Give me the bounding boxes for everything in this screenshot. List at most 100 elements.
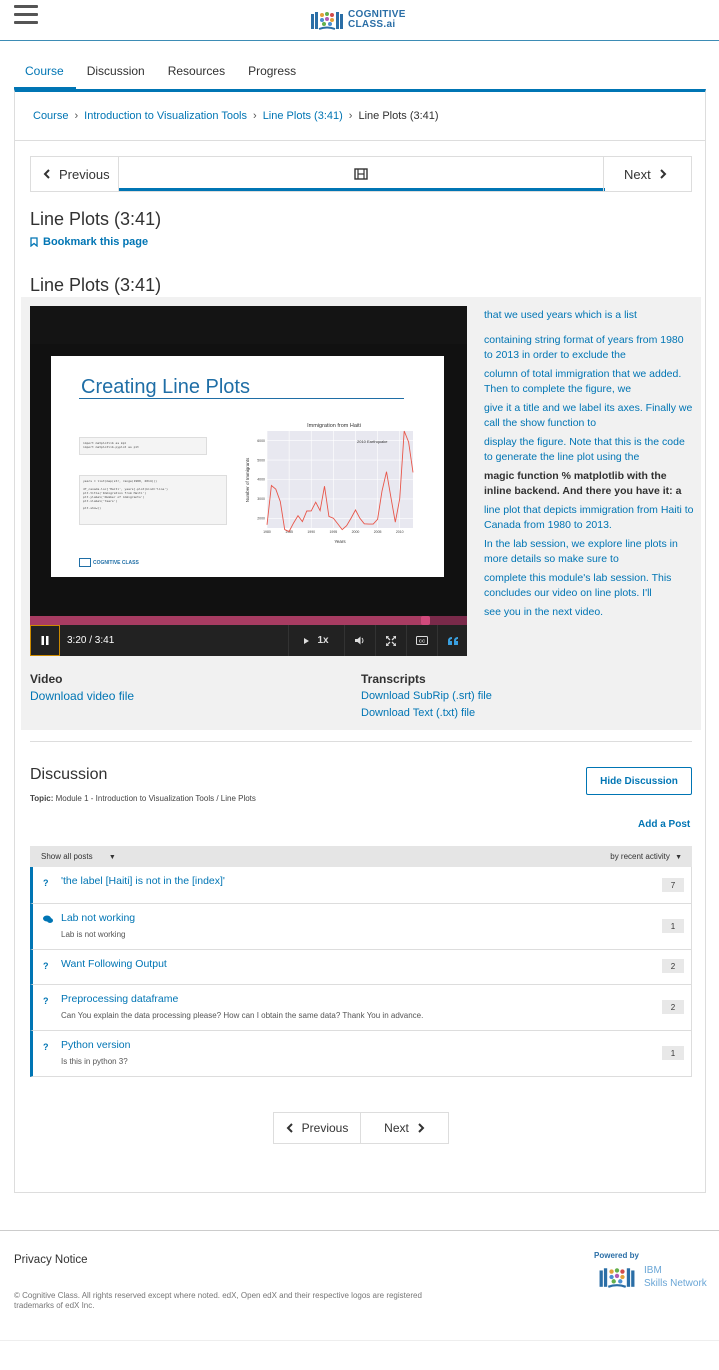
transcript-line[interactable]: column of total immigration that we adde… (484, 367, 694, 397)
post-preview: Can You explain the data processing plea… (61, 1011, 424, 1020)
transcript-toggle-button[interactable] (437, 625, 467, 656)
transcript-line[interactable]: complete this module's lab session. This… (484, 571, 694, 601)
slide-logo: COGNITIVE CLASS (79, 558, 139, 567)
transcript-line[interactable]: see you in the next video. (484, 605, 694, 620)
transcript-line[interactable]: line plot that depicts immigration from … (484, 503, 694, 533)
bookmark-label: Bookmark this page (43, 236, 149, 248)
chart-x-tick-label: 2010 (396, 530, 404, 534)
video-screen[interactable]: Creating Line Plots import matplotlib as… (30, 306, 467, 616)
question-icon: ? (43, 961, 49, 971)
post-title[interactable]: Lab not working (61, 912, 135, 924)
bottom-sequence-nav: Previous Next (273, 1112, 449, 1144)
tab-discussion[interactable]: Discussion (76, 56, 157, 90)
slide-title: Creating Line Plots (81, 376, 250, 398)
breadcrumb-course[interactable]: Course (33, 110, 68, 122)
menu-icon[interactable] (14, 5, 38, 25)
bottom-next-label: Next (384, 1121, 409, 1135)
volume-button[interactable] (344, 625, 375, 656)
sequence-next-button[interactable]: Next (603, 157, 691, 191)
post-list-item[interactable]: ? 'the label [Haiti] is not in the [inde… (30, 867, 692, 904)
tab-resources[interactable]: Resources (157, 56, 237, 90)
transcript-line[interactable]: that we used years which is a list (484, 308, 694, 323)
download-txt-link[interactable]: Download Text (.txt) file (361, 707, 475, 719)
play-small-icon (304, 637, 310, 644)
bottom-next-button[interactable]: Next (361, 1113, 448, 1143)
video-player[interactable]: Creating Line Plots import matplotlib as… (30, 306, 467, 656)
speed-button[interactable]: 1x (288, 625, 344, 656)
transcript-line-current[interactable]: magic function % matplotlib with the inl… (484, 469, 694, 499)
post-title[interactable]: Python version (61, 1039, 130, 1051)
post-comment-count: 2 (662, 1000, 684, 1014)
privacy-notice-link[interactable]: Privacy Notice (14, 1254, 88, 1266)
cognitive-class-logo[interactable]: COGNITIVE CLASS.ai (310, 7, 406, 33)
download-video-link[interactable]: Download video file (30, 689, 134, 703)
question-icon: ? (43, 1042, 49, 1052)
posts-filter-dropdown[interactable]: Show all posts ▼ (41, 852, 116, 861)
post-title[interactable]: 'the label [Haiti] is not in the [index]… (61, 875, 225, 887)
transcript-line[interactable]: display the figure. Note that this is th… (484, 435, 694, 465)
pause-button[interactable] (30, 625, 60, 656)
closed-captions-button[interactable]: CC (406, 625, 437, 656)
bookmark-button[interactable]: Bookmark this page (30, 236, 148, 248)
tab-progress[interactable]: Progress (237, 56, 308, 90)
breadcrumb-section[interactable]: Introduction to Visualization Tools (84, 110, 247, 122)
course-tabs: Course Discussion Resources Progress (14, 56, 308, 90)
chart-x-tick-label: 1990 (307, 530, 315, 534)
sequence-previous-button[interactable]: Previous (31, 157, 119, 191)
copyright-notice: © Cognitive Class. All rights reserved e… (14, 1291, 422, 1310)
slide-divider (79, 398, 404, 399)
posts-sort-dropdown[interactable]: by recent activity ▼ (610, 852, 682, 861)
post-comment-count: 1 (662, 919, 684, 933)
tab-course[interactable]: Course (14, 56, 76, 90)
post-list-item[interactable]: ? Python version Is this in python 3? 1 (30, 1031, 692, 1077)
video-time: 3:20 / 3:41 (67, 635, 115, 646)
video-controls: 3:20 / 3:41 1x CC (30, 625, 467, 656)
post-preview: Lab is not working (61, 930, 126, 939)
transcript-line[interactable]: In the lab session, we explore line plot… (484, 537, 694, 567)
hide-discussion-button[interactable]: Hide Discussion (586, 767, 692, 795)
discussion-bubble-icon (43, 915, 53, 923)
post-list-item[interactable]: Lab not working Lab is not working 1 (30, 904, 692, 950)
svg-text:CC: CC (419, 638, 426, 643)
logo-line-2: CLASS.ai (348, 19, 396, 30)
video-title: Line Plots (3:41) (30, 275, 162, 295)
bottom-previous-button[interactable]: Previous (274, 1113, 361, 1143)
download-srt-link[interactable]: Download SubRip (.srt) file (361, 690, 492, 702)
video-progress-handle[interactable] (421, 616, 431, 625)
question-icon: ? (43, 878, 49, 888)
code-cell-plot: years = list(map(str, range(1980, 2014))… (79, 475, 227, 525)
post-list-item[interactable]: ? Preprocessing dataframe Can You explai… (30, 985, 692, 1031)
posts-list-border (691, 867, 692, 1077)
post-title[interactable]: Preprocessing dataframe (61, 993, 178, 1005)
video-transcript[interactable]: that we used years which is a list conta… (484, 306, 694, 626)
chart-x-label: Years (334, 539, 346, 544)
discussion-topic: Topic: Module 1 - Introduction to Visual… (30, 794, 256, 803)
chart-y-tick-label: 3000 (257, 497, 265, 501)
books-logo-icon (311, 12, 343, 30)
ibm-skills-network-logo[interactable]: IBM Skills Network (596, 1264, 707, 1290)
chart-annotation: 2010 Earthquake (357, 439, 388, 444)
discussion-title: Discussion (30, 766, 108, 783)
add-post-button[interactable]: Add a Post (638, 819, 690, 830)
caret-down-icon: ▼ (675, 854, 682, 861)
quote-icon (447, 636, 458, 645)
sequence-tab-video[interactable] (119, 157, 605, 191)
volume-icon (354, 636, 363, 645)
chart-x-tick-label: 2005 (374, 530, 382, 534)
posts-filter-label: Show all posts (41, 852, 93, 861)
transcript-line[interactable]: give it a title and we label its axes. F… (484, 401, 694, 431)
powered-by-label: Powered by (594, 1251, 639, 1260)
question-icon: ? (43, 996, 49, 1006)
post-preview: Is this in python 3? (61, 1057, 128, 1066)
breadcrumb-subsection[interactable]: Line Plots (3:41) (263, 110, 343, 122)
post-list-item[interactable]: ? Want Following Output 2 (30, 950, 692, 985)
video-progress-bar[interactable] (30, 616, 467, 625)
fullscreen-button[interactable] (375, 625, 406, 656)
post-comment-count: 7 (662, 878, 684, 892)
post-title[interactable]: Want Following Output (61, 958, 167, 970)
unit-title: Line Plots (3:41) (30, 209, 162, 229)
chevron-right-icon (418, 1123, 425, 1133)
posts-list-header: Show all posts ▼ by recent activity ▼ (30, 846, 692, 867)
breadcrumb-divider (15, 140, 705, 141)
transcript-line[interactable]: containing string format of years from 1… (484, 333, 694, 363)
